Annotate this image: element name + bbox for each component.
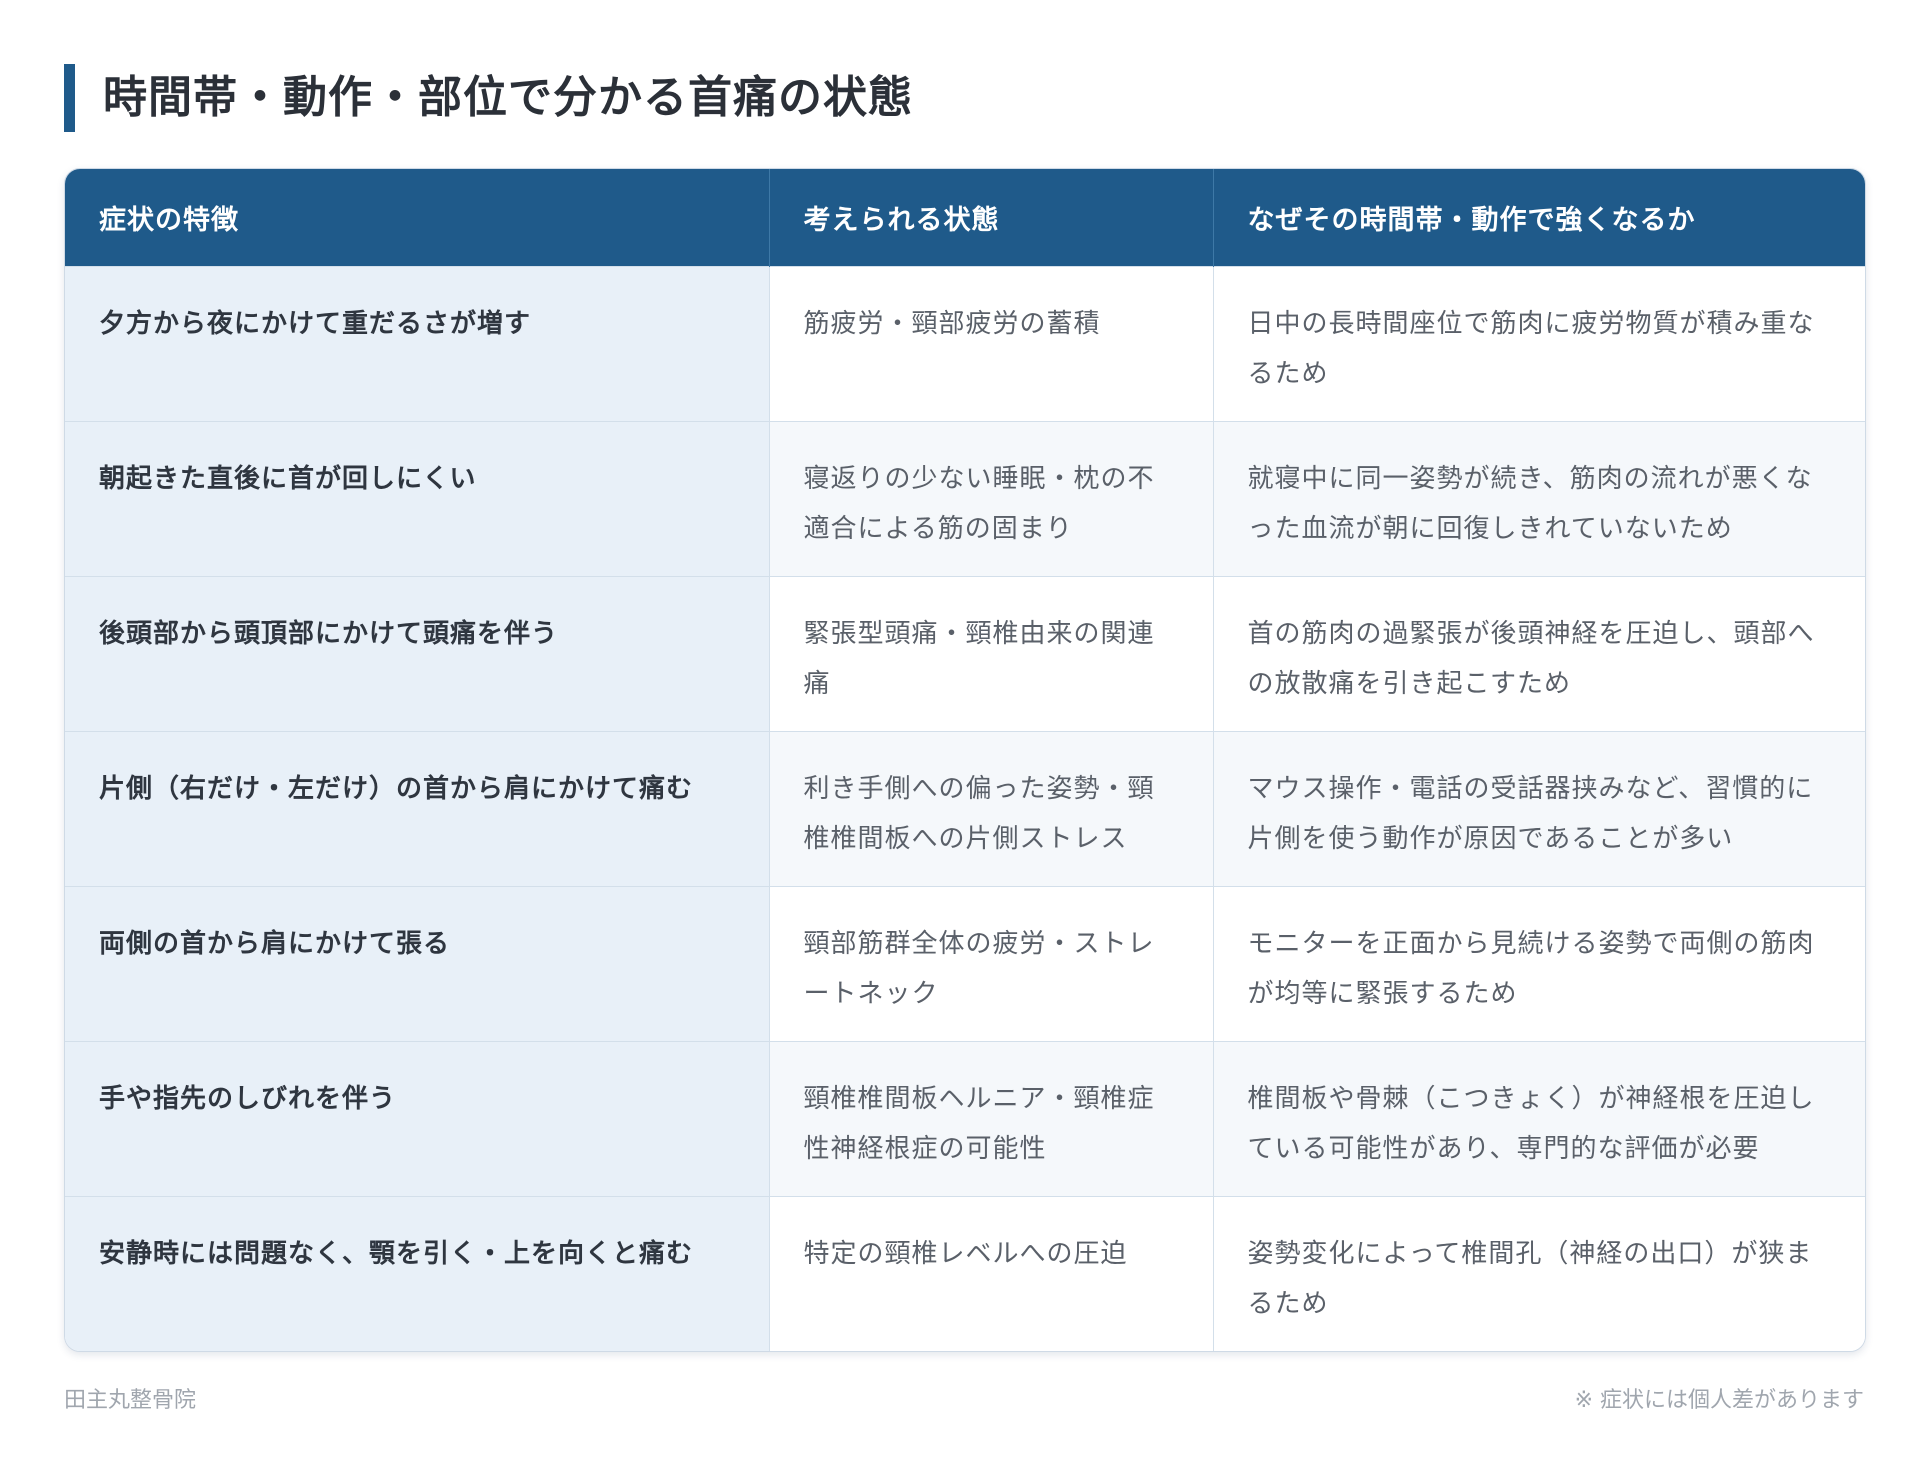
title-accent-bar <box>64 64 75 132</box>
state-cell: 頸椎椎間板ヘルニア・頸椎症性神経根症の可能性 <box>769 1040 1214 1196</box>
reason-cell: 首の筋肉の過緊張が後頭神経を圧迫し、頭部への放散痛を引き起こすため <box>1213 575 1865 731</box>
reason-cell: マウス操作・電話の受話器挟みなど、習慣的に片側を使う動作が原因であることが多い <box>1213 730 1865 886</box>
page-title-block: 時間帯・動作・部位で分かる首痛の状態 <box>64 64 913 132</box>
symptom-cell: 手や指先のしびれを伴う <box>65 1040 770 1196</box>
symptom-table: 症状の特徴 考えられる状態 なぜその時間帯・動作で強くなるか 夕方から夜にかけて… <box>65 169 1865 1351</box>
disclaimer-note: ※ 症状には個人差があります <box>1574 1388 1864 1413</box>
symptom-cell: 片側（右だけ・左だけ）の首から肩にかけて痛む <box>65 730 770 886</box>
table-row: 安静時には問題なく、顎を引く・上を向くと痛む 特定の頸椎レベルへの圧迫 姿勢変化… <box>65 1195 1865 1351</box>
table-row: 片側（右だけ・左だけ）の首から肩にかけて痛む 利き手側への偏った姿勢・頸椎椎間板… <box>65 730 1865 886</box>
state-cell: 緊張型頭痛・頸椎由来の関連痛 <box>769 575 1214 731</box>
symptom-table-container: 症状の特徴 考えられる状態 なぜその時間帯・動作で強くなるか 夕方から夜にかけて… <box>64 168 1866 1352</box>
clinic-name: 田主丸整骨院 <box>64 1388 197 1413</box>
symptom-cell: 夕方から夜にかけて重だるさが増す <box>65 265 770 421</box>
reason-cell: モニターを正面から見続ける姿勢で両側の筋肉が均等に緊張するため <box>1213 885 1865 1041</box>
symptom-cell: 朝起きた直後に首が回しにくい <box>65 420 770 576</box>
header-reason: なぜその時間帯・動作で強くなるか <box>1213 169 1865 266</box>
table-header-row: 症状の特徴 考えられる状態 なぜその時間帯・動作で強くなるか <box>65 169 1865 266</box>
symptom-cell: 後頭部から頭頂部にかけて頭痛を伴う <box>65 575 770 731</box>
reason-cell: 椎間板や骨棘（こつきょく）が神経根を圧迫している可能性があり、専門的な評価が必要 <box>1213 1040 1865 1196</box>
state-cell: 頸部筋群全体の疲労・ストレートネック <box>769 885 1214 1041</box>
table-row: 後頭部から頭頂部にかけて頭痛を伴う 緊張型頭痛・頸椎由来の関連痛 首の筋肉の過緊… <box>65 575 1865 731</box>
header-state: 考えられる状態 <box>769 169 1214 266</box>
state-cell: 利き手側への偏った姿勢・頸椎椎間板への片側ストレス <box>769 730 1214 886</box>
table-row: 手や指先のしびれを伴う 頸椎椎間板ヘルニア・頸椎症性神経根症の可能性 椎間板や骨… <box>65 1040 1865 1196</box>
symptom-cell: 両側の首から肩にかけて張る <box>65 885 770 1041</box>
reason-cell: 就寝中に同一姿勢が続き、筋肉の流れが悪くなった血流が朝に回復しきれていないため <box>1213 420 1865 576</box>
state-cell: 寝返りの少ない睡眠・枕の不適合による筋の固まり <box>769 420 1214 576</box>
table-row: 両側の首から肩にかけて張る 頸部筋群全体の疲労・ストレートネック モニターを正面… <box>65 885 1865 1041</box>
table-row: 夕方から夜にかけて重だるさが増す 筋疲労・頸部疲労の蓄積 日中の長時間座位で筋肉… <box>65 265 1865 421</box>
page-title: 時間帯・動作・部位で分かる首痛の状態 <box>103 72 913 123</box>
symptom-cell: 安静時には問題なく、顎を引く・上を向くと痛む <box>65 1195 770 1351</box>
state-cell: 特定の頸椎レベルへの圧迫 <box>769 1195 1214 1351</box>
reason-cell: 姿勢変化によって椎間孔（神経の出口）が狭まるため <box>1213 1195 1865 1351</box>
table-row: 朝起きた直後に首が回しにくい 寝返りの少ない睡眠・枕の不適合による筋の固まり 就… <box>65 420 1865 576</box>
state-cell: 筋疲労・頸部疲労の蓄積 <box>769 265 1214 421</box>
reason-cell: 日中の長時間座位で筋肉に疲労物質が積み重なるため <box>1213 265 1865 421</box>
header-symptom: 症状の特徴 <box>65 169 770 266</box>
